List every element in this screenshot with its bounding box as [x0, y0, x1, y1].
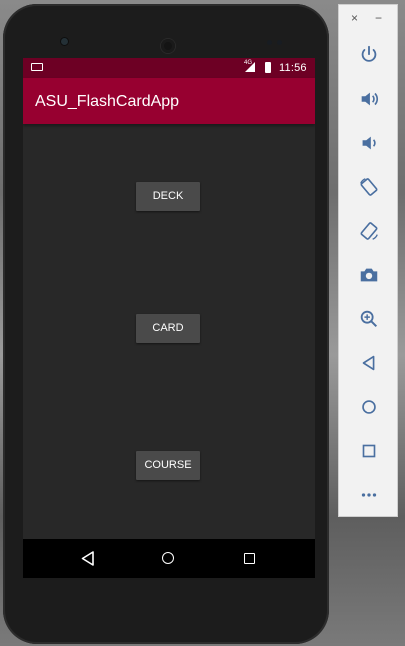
- device-screen: 4G 11:56 ASU_FlashCardApp DECK CARD COUR…: [23, 58, 315, 578]
- nav-home-icon[interactable]: [162, 552, 174, 564]
- close-button[interactable]: ×: [351, 11, 358, 25]
- course-button[interactable]: COURSE: [136, 451, 200, 480]
- volume-down-icon[interactable]: [353, 127, 385, 159]
- power-icon[interactable]: [353, 39, 385, 71]
- network-type: 4G: [244, 60, 253, 66]
- battery-icon: [265, 62, 271, 73]
- back-icon[interactable]: [353, 347, 385, 379]
- navigation-bar: [23, 539, 315, 578]
- nav-recents-icon[interactable]: [244, 553, 255, 564]
- keyboard-icon: [31, 63, 43, 71]
- light-sensor: [277, 40, 282, 45]
- phone-frame: 4G 11:56 ASU_FlashCardApp DECK CARD COUR…: [3, 4, 329, 644]
- deck-button[interactable]: DECK: [136, 182, 200, 211]
- zoom-icon[interactable]: [353, 303, 385, 335]
- rotate-right-icon[interactable]: [353, 215, 385, 247]
- clock: 11:56: [279, 62, 307, 74]
- emulator-toolbar: × −: [338, 4, 398, 517]
- more-icon[interactable]: [353, 479, 385, 511]
- rotate-left-icon[interactable]: [353, 171, 385, 203]
- app-bar: ASU_FlashCardApp: [23, 78, 315, 124]
- home-icon[interactable]: [353, 391, 385, 423]
- camera-icon[interactable]: [353, 259, 385, 291]
- proximity-sensor: [267, 40, 272, 45]
- status-bar: 4G 11:56: [23, 58, 315, 78]
- earpiece-speaker: [161, 39, 175, 53]
- minimize-button[interactable]: −: [375, 11, 382, 25]
- card-button[interactable]: CARD: [136, 314, 200, 343]
- volume-up-icon[interactable]: [353, 83, 385, 115]
- app-title: ASU_FlashCardApp: [35, 93, 180, 110]
- overview-icon[interactable]: [353, 435, 385, 467]
- nav-back-icon[interactable]: [81, 551, 95, 566]
- front-camera: [61, 38, 68, 45]
